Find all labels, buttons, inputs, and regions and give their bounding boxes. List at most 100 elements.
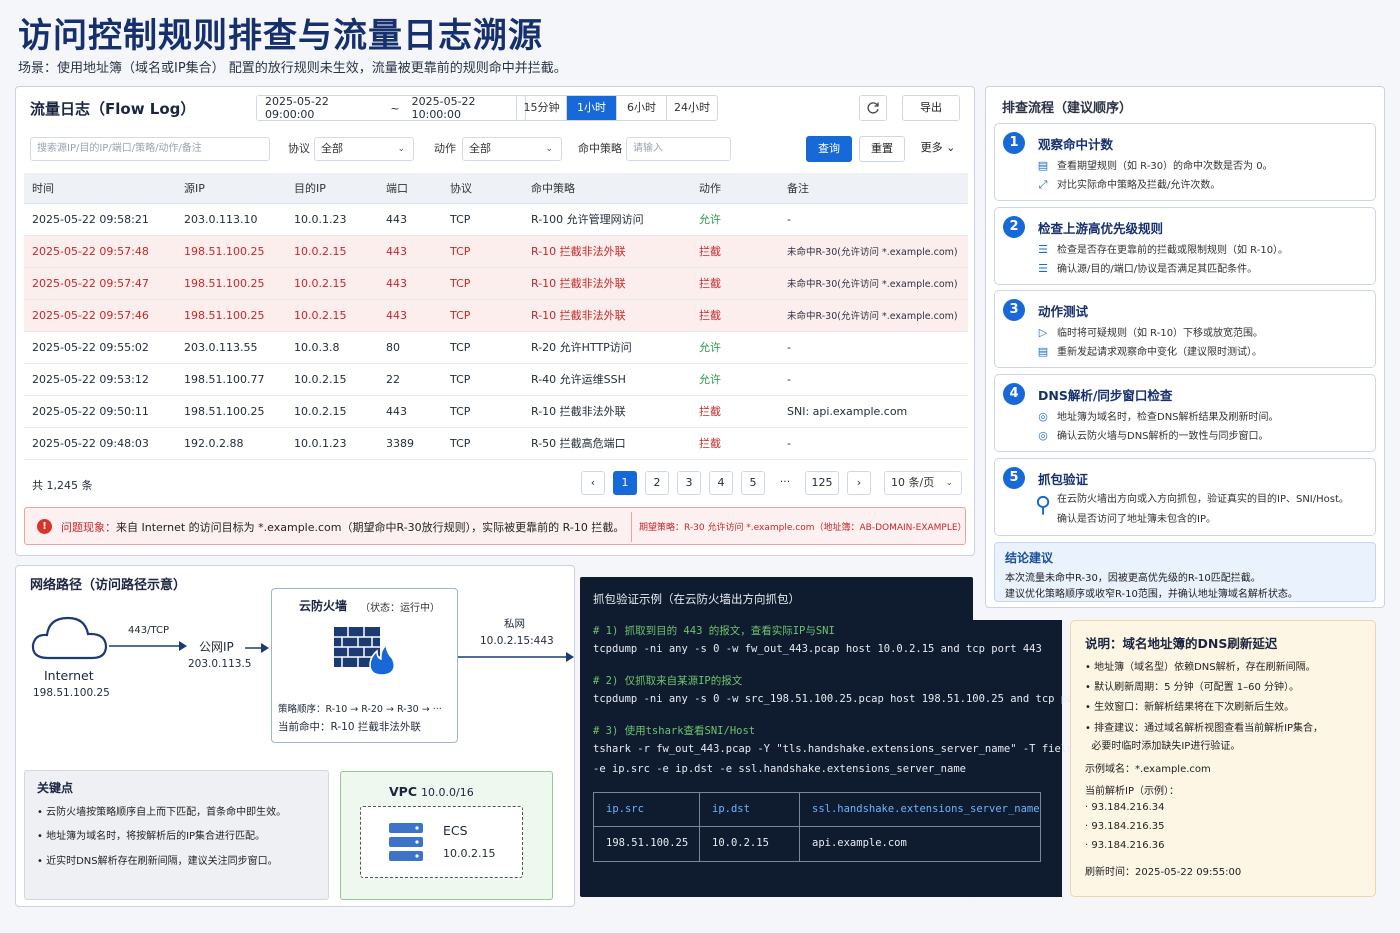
conclusion-line: 本次流量未命中R-30，因被更高优先级的R-10匹配拦截。 [1005,573,1261,584]
action-label: 动作 [434,142,456,155]
step-line: 确认源/目的/端口/协议是否满足其匹配条件。 [1057,264,1258,275]
ecs-ip: 10.0.2.15 [443,847,496,860]
more-button[interactable]: 更多 ⌄ [914,136,962,162]
step-number: 2 [1003,216,1025,238]
troubleshoot-steps-panel: 排查流程（建议顺序） 1 观察命中计数 ▤ 查看期望规则（如 R-30）的命中次数是否… [985,86,1385,608]
refresh-time: 刷新时间：2025-05-22 09:55:00 [1085,867,1242,878]
public-ip: 203.0.113.5 [188,658,252,670]
capture-comment: # 3) 使用tshark查看SNI/Host [593,725,756,737]
conclusion-title: 结论建议 [1005,551,1054,565]
list-icon: ☰ [1038,243,1048,256]
column-header[interactable]: 备注 [779,173,968,204]
private-label: 私网 [504,618,525,630]
column-header[interactable]: 时间 [24,173,176,204]
step-card: 1 观察命中计数 ▤ 查看期望规则（如 R-30）的命中次数是否为 0。 ⤢ 对比实际命中… [994,123,1376,201]
table-row[interactable]: 2025-05-22 09:57:48 198.51.100.25 10.0.2.1… [24,235,968,268]
step-card: 5 抓包验证 在云防火墙出方向或入方向抓包，验证真实的目的IP、SNI/Host。确… [994,458,1376,536]
column-header[interactable]: 源IP [176,173,286,204]
range-button[interactable]: 1小时 [567,96,617,120]
prev-page-button[interactable]: ‹ [581,471,605,495]
search-input[interactable]: 搜索源IP/目的IP/端口/策略/动作/备注 [30,137,270,161]
reset-button[interactable]: 重置 [859,136,905,162]
cell-time: 2025-05-22 09:50:11 [24,395,176,428]
alert-divider [631,512,632,542]
resolved-ip: · 93.184.216.36 [1085,840,1165,851]
cell-action: 拦截 [691,235,779,268]
ecs-label: ECS [443,823,468,838]
table-row[interactable]: 2025-05-22 09:53:12 198.51.100.77 10.0.2.1… [24,363,968,396]
cell-action: 拦截 [691,267,779,300]
step-line: 确认云防火墙与DNS解析的一致性与同步窗口。 [1057,431,1269,442]
cell-dst: 10.0.1.23 [286,203,378,236]
cell-port: 3389 [378,427,442,460]
step-title: DNS解析/同步窗口检查 [1038,388,1173,403]
table-row[interactable]: 2025-05-22 09:58:21 203.0.113.10 10.0.1.23… [24,203,968,236]
dns-bullet: 必要时临时添加缺失IP进行验证。 [1085,741,1241,752]
compare-icon: ⤢ [1038,178,1048,191]
cloud-firewall-box: 云防火墙 （状态：运行中） 策略顺序：R-10 → R-20 → R-30 → … [271,588,458,743]
range-button[interactable]: 6小时 [617,96,667,120]
capture-command: tcpdump -ni any -s 0 -w fw_out_443.pcap … [593,643,1042,655]
range-button[interactable]: 15分钟 [517,96,567,120]
page-button[interactable]: 2 [645,471,669,495]
capture-result-table: ip.src ip.dst ssl.handshake.extensions_s… [593,792,1041,862]
total-count: 共 1,245 条 [32,479,93,492]
chevron-down-icon: ⌄ [945,478,953,488]
chevron-down-icon: ⌄ [545,144,553,154]
protocol-value: 全部 [321,142,343,155]
table-row[interactable]: 2025-05-22 09:55:02 203.0.113.55 10.0.3.8 8… [24,331,968,364]
more-label: 更多 [920,141,943,154]
capture-cell: 198.51.100.25 [606,837,689,849]
table-row[interactable]: 2025-05-22 09:50:11 198.51.100.25 10.0.2.1… [24,395,968,428]
table-row[interactable]: 2025-05-22 09:57:46 198.51.100.25 10.0.2.1… [24,299,968,332]
vpc-box: VPC 10.0.0/16 ECS 10.0.2.15 [340,771,553,900]
refresh-button[interactable] [859,95,887,121]
conclusion-box: 结论建议 本次流量未命中R-30，因被更高优先级的R-10匹配拦截。 建议优化策… [994,542,1376,602]
vpc-cidr: 10.0.0/16 [421,786,474,799]
page-button[interactable]: 1 [613,471,637,495]
range-button[interactable]: 24小时 [667,96,717,120]
step-number: 5 [1003,467,1025,489]
flow-log-panel: 流量日志（Flow Log） 2025-05-22 09:00:00 ~ 202… [15,86,975,556]
cell-proto: TCP [442,235,523,268]
capture-cell: api.example.com [812,837,907,849]
policy-input[interactable]: 请输入 [626,137,731,161]
page-button[interactable]: 3 [677,471,701,495]
step-number: 4 [1003,383,1025,405]
cell-dst: 10.0.2.15 [286,299,378,332]
key-point: • 近实时DNS解析存在刷新间隔，建议关注同步窗口。 [37,856,278,867]
capture-command: tshark -r fw_out_443.pcap -Y "tls.handsh… [593,743,1093,755]
column-header[interactable]: 命中策略 [523,173,691,204]
next-page-button[interactable]: › [847,471,871,495]
column-header[interactable]: 协议 [442,173,523,204]
internet-label: Internet [44,668,94,683]
cell-proto: TCP [442,299,523,332]
step-line: 地址簿为域名时，检查DNS解析结果及刷新时间。 [1057,412,1279,423]
page-button[interactable]: 125 [805,471,839,495]
table-row[interactable]: 2025-05-22 09:57:47 198.51.100.25 10.0.2.1… [24,267,968,300]
vpc-label: VPC [389,784,418,799]
firewall-current-hit: 当前命中：R-10 拦截非法外联 [278,721,421,733]
chevron-left-icon: ‹ [590,476,596,489]
start-time: 2025-05-22 09:00:00 [265,95,329,121]
firewall-policy-order: 策略顺序：R-10 → R-20 → R-30 → ··· [278,704,442,715]
page-size-select[interactable]: 10 条/页 ⌄ [884,471,962,495]
column-header[interactable]: 动作 [691,173,779,204]
table-row[interactable]: 2025-05-22 09:48:03 192.0.2.88 10.0.1.23 33… [24,427,968,460]
page-button[interactable]: 5 [741,471,765,495]
date-range-picker[interactable]: 2025-05-22 09:00:00 ~ 2025-05-22 10:00:0… [256,95,526,121]
action-select[interactable]: 全部 ⌄ [462,137,562,161]
flow-log-table: 时间 源IP 目的IP 端口 协议 命中策略 动作 备注 2025-05-22 09:58:2… [24,173,968,460]
page-button[interactable]: 4 [709,471,733,495]
time-range-buttons: 15分钟 1小时 6小时 24小时 [516,95,718,121]
problem-alert: ! 问题现象：来自 Internet 的访问目标为 *.example.com（… [24,507,967,545]
cell-time: 2025-05-22 09:57:46 [24,299,176,332]
page-subtitle: 场景：使用地址簿（域名或IP集合） 配置的放行规则未生效，流量被更靠前的规则命中… [18,61,567,76]
protocol-select[interactable]: 全部 ⌄ [314,137,414,161]
cell-note: 未命中R-30(允许访问 *.example.com) [779,267,968,300]
column-header[interactable]: 端口 [378,173,442,204]
query-button[interactable]: 查询 [806,136,852,162]
column-header[interactable]: 目的IP [286,173,378,204]
list-icon: ☰ [1038,262,1048,275]
export-button[interactable]: 导出 [902,95,960,121]
